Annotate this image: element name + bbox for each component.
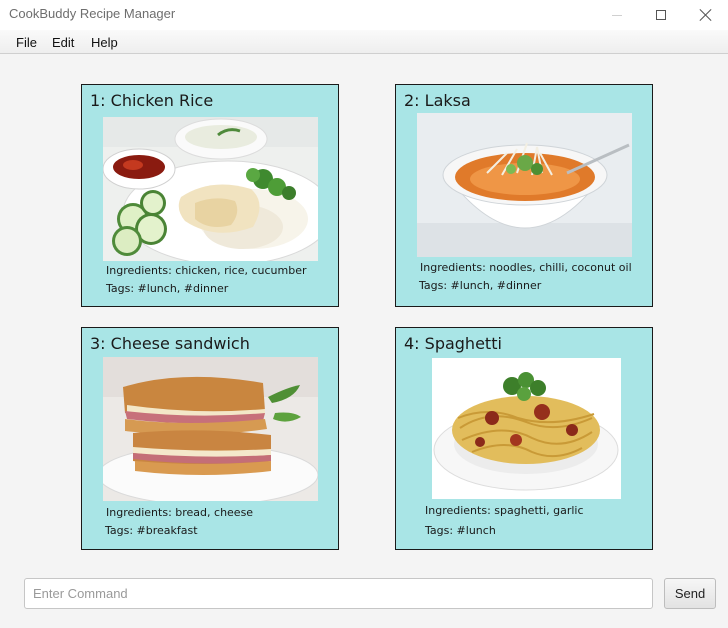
maximize-icon	[656, 10, 666, 20]
close-icon	[700, 9, 712, 21]
recipe-card[interactable]: 4: Spaghetti Ingredients: spaghetti, gar…	[395, 327, 653, 550]
recipe-ingredients: Ingredients: chicken, rice, cucumber	[106, 264, 307, 277]
maximize-button[interactable]	[638, 0, 684, 30]
recipe-tags: Tags: #lunch, #dinner	[106, 282, 229, 295]
recipe-ingredients: Ingredients: noodles, chilli, coconut oi…	[420, 261, 632, 274]
recipe-title: 4: Spaghetti	[404, 334, 502, 353]
menu-file[interactable]: File	[16, 35, 37, 50]
recipe-title: 1: Chicken Rice	[90, 91, 214, 110]
menu-help[interactable]: Help	[91, 35, 118, 50]
recipe-title: 3: Cheese sandwich	[90, 334, 250, 353]
menu-edit[interactable]: Edit	[52, 35, 74, 50]
minimize-button[interactable]	[594, 0, 640, 30]
cheese-sandwich-photo	[103, 357, 318, 501]
recipe-ingredients: Ingredients: spaghetti, garlic	[425, 504, 584, 517]
command-input[interactable]	[24, 578, 653, 609]
laksa-photo	[417, 113, 632, 257]
title-bar: CookBuddy Recipe Manager	[0, 0, 728, 30]
window-title: CookBuddy Recipe Manager	[9, 6, 176, 21]
recipe-card[interactable]: 1: Chicken Rice Ingredients: chicken, ri…	[81, 84, 339, 307]
recipe-title: 2: Laksa	[404, 91, 471, 110]
recipe-tags: Tags: #breakfast	[105, 524, 198, 537]
minimize-icon	[612, 14, 622, 16]
recipe-card[interactable]: 2: Laksa Ingredients: noodles, chilli, c…	[395, 84, 653, 307]
recipe-ingredients: Ingredients: bread, cheese	[106, 506, 254, 519]
recipe-tags: Tags: #lunch	[425, 524, 496, 537]
chicken-rice-photo	[103, 117, 318, 261]
menu-bar: File Edit Help	[0, 30, 728, 54]
close-button[interactable]	[683, 0, 728, 30]
recipe-card[interactable]: 3: Cheese sandwich Ingredients: bread, c…	[81, 327, 339, 550]
spaghetti-photo	[432, 358, 621, 499]
send-button[interactable]: Send	[664, 578, 716, 609]
recipe-tags: Tags: #lunch, #dinner	[419, 279, 542, 292]
